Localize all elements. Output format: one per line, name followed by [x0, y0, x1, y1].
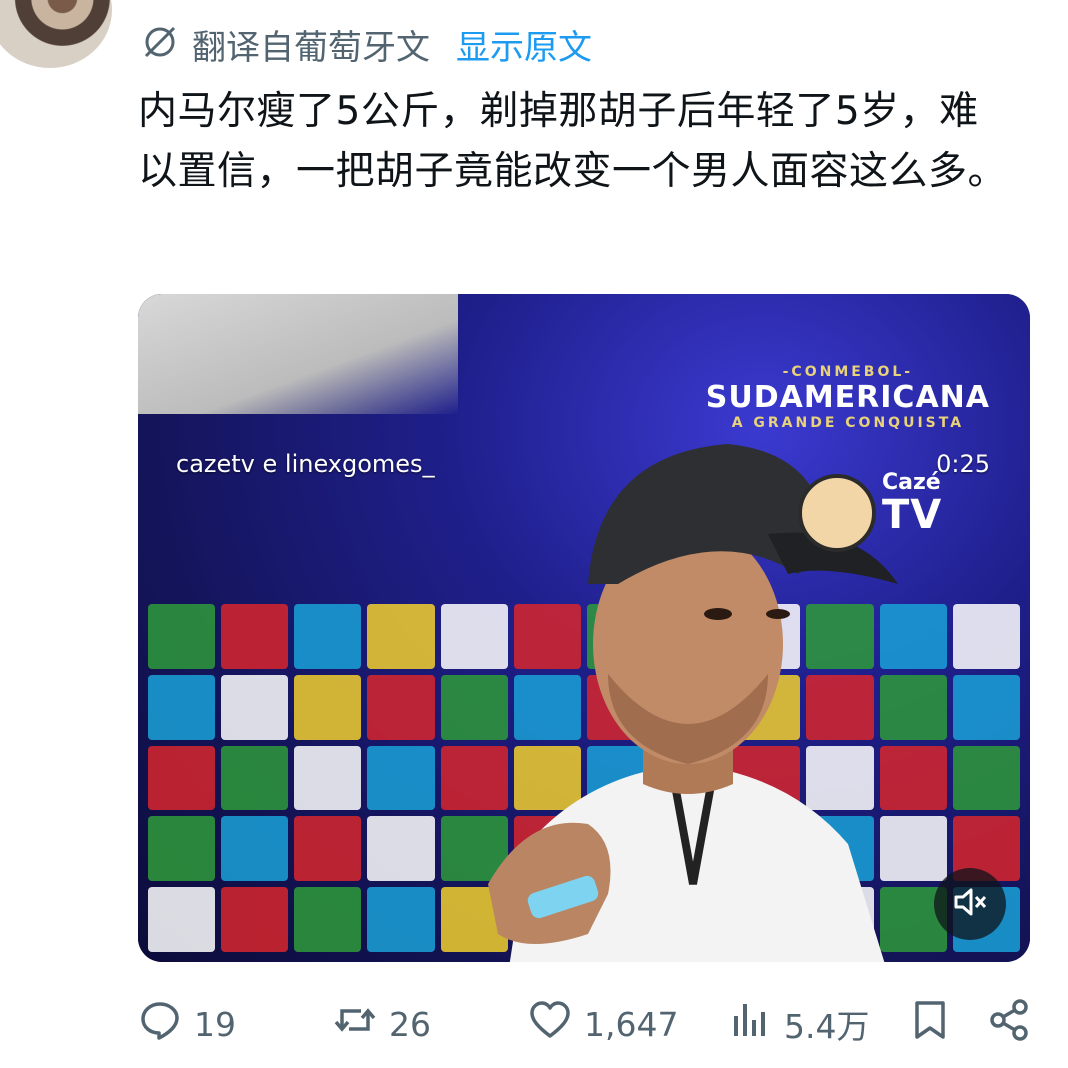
- reply-button[interactable]: 19: [138, 998, 333, 1050]
- repost-button[interactable]: 26: [333, 998, 528, 1050]
- mute-button[interactable]: [934, 868, 1006, 940]
- views-button[interactable]: 5.4万: [728, 998, 908, 1050]
- cazetv-logo: Cazé TV: [798, 470, 948, 552]
- cazetv-logo-bottom: TV: [882, 492, 943, 538]
- bookmark-icon: [908, 998, 952, 1050]
- author-avatar[interactable]: [0, 0, 112, 68]
- translation-bar: 翻译自葡萄牙文 显示原文: [140, 20, 592, 68]
- reply-count: 19: [194, 1004, 236, 1044]
- backdrop-wall: [138, 294, 458, 414]
- share-icon: [988, 998, 1032, 1050]
- tweet-text: 内马尔瘦了5公斤，剃掉那胡子后年轻了5岁，难以置信，一把胡子竟能改变一个男人面容…: [138, 89, 1008, 194]
- action-bar: 19 26 1,647 5.4万: [138, 996, 1038, 1052]
- reply-icon: [138, 998, 182, 1050]
- translate-icon: [140, 22, 180, 66]
- share-button[interactable]: [988, 998, 1038, 1050]
- show-original-link[interactable]: 显示原文: [456, 20, 592, 69]
- like-count: 1,647: [584, 1004, 679, 1044]
- views-count: 5.4万: [784, 1007, 870, 1046]
- translation-label: 翻译自葡萄牙文: [192, 27, 430, 68]
- mute-icon: [950, 882, 990, 926]
- like-button[interactable]: 1,647: [528, 998, 728, 1050]
- views-icon: [728, 998, 772, 1050]
- video-player[interactable]: -CONMEBOL- SUDAMERICANA A GRANDE CONQUIS…: [138, 294, 1030, 962]
- repost-icon: [333, 998, 377, 1050]
- like-icon: [528, 998, 572, 1050]
- repost-count: 26: [389, 1004, 431, 1044]
- video-credit: cazetv e linexgomes_: [176, 450, 435, 478]
- bookmark-button[interactable]: [908, 998, 988, 1050]
